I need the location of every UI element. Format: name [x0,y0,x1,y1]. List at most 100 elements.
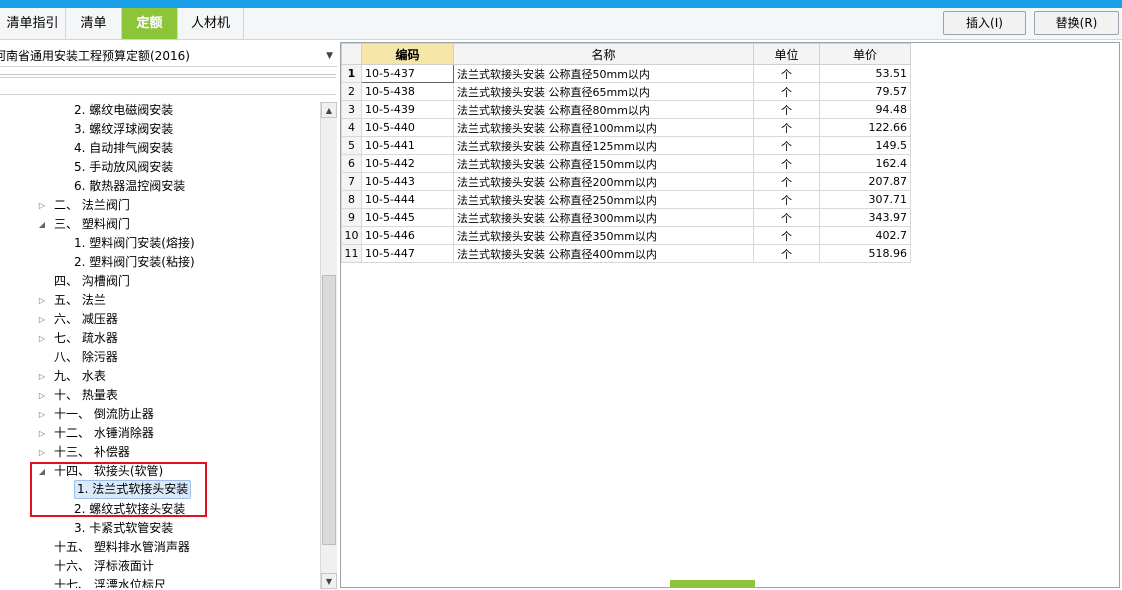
tab-quota[interactable]: 定额 [122,8,178,39]
price-cell[interactable]: 518.96 [819,244,911,263]
name-cell[interactable]: 法兰式软接头安装 公称直径125mm以内 [453,136,754,155]
unit-cell[interactable]: 个 [753,226,820,245]
price-cell[interactable]: 343.97 [819,208,911,227]
chevron-down-icon[interactable]: ▼ [326,45,333,66]
table-row[interactable]: 1 10-5-437 法兰式软接头安装 公称直径50mm以内个 53.51 [341,64,911,83]
name-column-header[interactable]: 名称 [453,43,754,65]
name-cell[interactable]: 法兰式软接头安装 公称直径400mm以内 [453,244,754,263]
name-cell[interactable]: 法兰式软接头安装 公称直径250mm以内 [453,190,754,209]
tree-chapter-item[interactable]: ▷ 十、 热量表 [0,386,320,405]
tree-chapter-item[interactable]: ▷ 七、 疏水器 [0,329,320,348]
price-cell[interactable]: 53.51 [819,64,911,83]
row-number-cell[interactable]: 1 [341,64,362,83]
tab-bill-guide[interactable]: 清单指引 [0,8,66,39]
price-cell[interactable]: 122.66 [819,118,911,137]
code-cell[interactable]: 10-5-445 [361,208,454,227]
price-cell[interactable]: 79.57 [819,82,911,101]
table-row[interactable]: 8 10-5-444 法兰式软接头安装 公称直径250mm以内个 307.71 [341,190,911,209]
unit-cell[interactable]: 个 [753,64,820,83]
scroll-thumb[interactable] [322,275,336,545]
tree-chapter-item[interactable]: 八、 除污器 [0,348,320,367]
insert-button[interactable]: 插入(I) [943,11,1026,35]
unit-cell[interactable]: 个 [753,136,820,155]
unit-cell[interactable]: 个 [753,154,820,173]
expand-triangle-icon[interactable]: ▷ [37,405,47,424]
replace-button[interactable]: 替换(R) [1034,11,1119,35]
tree-scrollbar[interactable]: ▲ ▼ [320,102,337,589]
name-cell[interactable]: 法兰式软接头安装 公称直径50mm以内 [453,64,754,83]
expand-triangle-icon[interactable]: ▷ [37,291,47,310]
tree-chapter-item[interactable]: ▷ 九、 水表 [0,367,320,386]
quota-library-select[interactable]: 河南省通用安装工程预算定额(2016) ▼ [0,45,337,67]
expand-triangle-icon[interactable]: ▷ [37,424,47,443]
filter-input[interactable] [0,77,336,95]
expand-triangle-icon[interactable]: ▷ [37,329,47,348]
table-row[interactable]: 7 10-5-443 法兰式软接头安装 公称直径200mm以内个 207.87 [341,172,911,191]
unit-column-header[interactable]: 单位 [753,43,820,65]
tree-chapter-item[interactable]: ▷ 二、 法兰阀门 [0,196,320,215]
unit-cell[interactable]: 个 [753,118,820,137]
tree-chapter-item[interactable]: ◢ 三、 塑料阀门 [0,215,320,234]
code-cell[interactable]: 10-5-441 [361,136,454,155]
tree-section-item[interactable]: 1. 塑料阀门安装(熔接) [0,234,320,253]
code-cell[interactable]: 10-5-444 [361,190,454,209]
unit-cell[interactable]: 个 [753,190,820,209]
tree-chapter-item[interactable]: ▷ 六、 减压器 [0,310,320,329]
row-number-cell[interactable]: 11 [341,244,362,263]
price-cell[interactable]: 207.87 [819,172,911,191]
tree-section-item[interactable]: 5. 手动放风阀安装 [0,158,320,177]
row-number-cell[interactable]: 8 [341,190,362,209]
price-cell[interactable]: 94.48 [819,100,911,119]
expand-triangle-icon[interactable]: ▷ [37,443,47,462]
tree-section-item[interactable]: 6. 散热器温控阀安装 [0,177,320,196]
tree-chapter-item[interactable]: 十七、 浮漂水位标尺 [0,576,320,588]
unit-cell[interactable]: 个 [753,208,820,227]
expand-triangle-icon[interactable]: ▷ [37,386,47,405]
row-number-cell[interactable]: 4 [341,118,362,137]
row-number-cell[interactable]: 2 [341,82,362,101]
scroll-up-icon[interactable]: ▲ [321,102,337,118]
name-cell[interactable]: 法兰式软接头安装 公称直径300mm以内 [453,208,754,227]
price-column-header[interactable]: 单价 [819,43,911,65]
code-cell[interactable]: 10-5-440 [361,118,454,137]
code-cell[interactable]: 10-5-442 [361,154,454,173]
code-cell[interactable]: 10-5-443 [361,172,454,191]
row-number-cell[interactable]: 5 [341,136,362,155]
row-number-cell[interactable]: 6 [341,154,362,173]
row-number-cell[interactable]: 10 [341,226,362,245]
bottom-tab-indicator[interactable] [670,580,755,588]
tab-labor-material-machine[interactable]: 人材机 [178,8,244,39]
collapse-triangle-icon[interactable]: ◢ [37,215,47,234]
table-row[interactable]: 5 10-5-441 法兰式软接头安装 公称直径125mm以内个 149.5 [341,136,911,155]
tree-section-item[interactable]: 2. 塑料阀门安装(粘接) [0,253,320,272]
name-cell[interactable]: 法兰式软接头安装 公称直径200mm以内 [453,172,754,191]
code-cell[interactable]: 10-5-438 [361,82,454,101]
table-row[interactable]: 10 10-5-446 法兰式软接头安装 公称直径350mm以内个 402.7 [341,226,911,245]
unit-cell[interactable]: 个 [753,244,820,263]
price-cell[interactable]: 307.71 [819,190,911,209]
tree-chapter-item[interactable]: ▷ 十三、 补偿器 [0,443,320,462]
name-cell[interactable]: 法兰式软接头安装 公称直径150mm以内 [453,154,754,173]
table-row[interactable]: 4 10-5-440 法兰式软接头安装 公称直径100mm以内个 122.66 [341,118,911,137]
row-number-cell[interactable]: 3 [341,100,362,119]
expand-triangle-icon[interactable]: ▷ [37,310,47,329]
name-cell[interactable]: 法兰式软接头安装 公称直径350mm以内 [453,226,754,245]
expand-triangle-icon[interactable]: ▷ [37,196,47,215]
unit-cell[interactable]: 个 [753,100,820,119]
unit-cell[interactable]: 个 [753,82,820,101]
tree-section-item[interactable]: 2. 螺纹电磁阀安装 [0,101,320,120]
tree-chapter-item[interactable]: 十六、 浮标液面计 [0,557,320,576]
unit-cell[interactable]: 个 [753,172,820,191]
table-row[interactable]: 11 10-5-447 法兰式软接头安装 公称直径400mm以内个 518.96 [341,244,911,263]
row-number-cell[interactable]: 9 [341,208,362,227]
code-cell[interactable]: 10-5-437 [361,64,454,83]
table-row[interactable]: 3 10-5-439 法兰式软接头安装 公称直径80mm以内个 94.48 [341,100,911,119]
table-row[interactable]: 6 10-5-442 法兰式软接头安装 公称直径150mm以内个 162.4 [341,154,911,173]
price-cell[interactable]: 149.5 [819,136,911,155]
price-cell[interactable]: 162.4 [819,154,911,173]
tree-chapter-item[interactable]: 十五、 塑料排水管消声器 [0,538,320,557]
code-cell[interactable]: 10-5-446 [361,226,454,245]
tree-chapter-item[interactable]: 四、 沟槽阀门 [0,272,320,291]
name-cell[interactable]: 法兰式软接头安装 公称直径65mm以内 [453,82,754,101]
code-cell[interactable]: 10-5-447 [361,244,454,263]
